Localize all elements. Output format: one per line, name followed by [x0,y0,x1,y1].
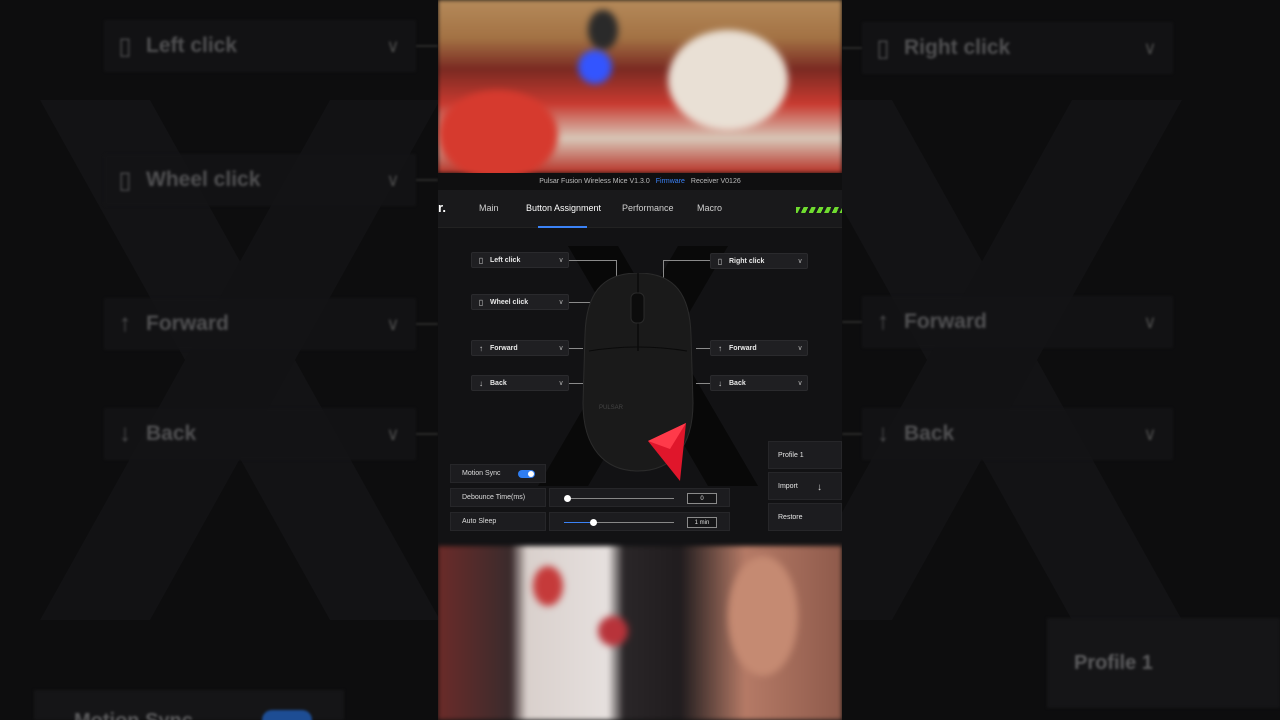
mouse-icon: ▯ [118,32,132,60]
photo-bottom-mousepad [438,546,842,720]
red-arrow-icon [648,423,686,481]
brand-logo: r. [438,200,446,215]
restore-button[interactable]: Restore [768,503,842,531]
arrow-up-icon: ↑ [718,343,722,353]
tab-macro[interactable]: Macro [697,203,722,213]
bg-profile-panel: Profile 1 [1047,618,1280,708]
arrow-down-icon: ↓ [718,378,722,388]
tab-main[interactable]: Main [479,203,499,213]
button-assignment-stage: PULSAR ▯ Left click ∨ ▯ Wheel click ∨ ↑ … [438,228,842,546]
chevron-down-icon: ∨ [1143,37,1157,58]
debounce-slider-thumb[interactable] [563,495,571,502]
profile-selector[interactable]: Profile 1 [768,441,842,469]
chevron-down-icon: ∨ [558,345,564,352]
mouse-icon: ▯ [717,256,723,266]
back-right-dropdown[interactable]: ↓ Back ∨ [710,375,808,391]
background-left-blurred: ▯ Left click ∨ ▯ Wheel click ∨ ↑ Forward… [0,0,438,720]
mouse-icon: ▯ [876,34,890,62]
bg-back-dropdown: ↓ Back ∨ [104,408,416,460]
svg-text:PULSAR: PULSAR [599,405,624,411]
chevron-down-icon: ∨ [1143,423,1157,444]
auto-sleep-label-row: Auto Sleep [450,512,546,531]
chevron-down-icon: ∨ [797,345,803,352]
chevron-down-icon: ∨ [386,35,400,56]
connector-line [663,260,711,261]
debounce-label-row: Debounce Time(ms) [450,488,546,507]
tab-performance[interactable]: Performance [622,203,674,213]
arrow-up-icon: ↑ [877,308,889,335]
arrow-down-icon: ↓ [479,378,483,388]
bg-connector [842,321,862,323]
debounce-slider-track[interactable] [567,498,674,499]
import-button[interactable]: Import ↓ [768,472,842,500]
toggle-icon [262,710,312,720]
bg-connector [842,433,862,435]
arrow-down-icon: ↓ [877,420,889,447]
chevron-down-icon: ∨ [386,423,400,444]
forward-right-dropdown[interactable]: ↑ Forward ∨ [710,340,808,356]
right-click-dropdown[interactable]: ▯ Right click ∨ [710,253,808,269]
mouse-wheel-icon: ▯ [478,297,484,307]
tab-button-assignment[interactable]: Button Assignment [526,203,601,213]
forward-left-dropdown[interactable]: ↑ Forward ∨ [471,340,569,356]
connector-line [696,383,711,384]
download-arrow-icon: ↓ [817,482,822,493]
chevron-down-icon: ∨ [386,313,400,334]
chevron-down-icon: ∨ [386,169,400,190]
bg-forward-dropdown: ↑ Forward ∨ [862,296,1173,348]
bg-motion-sync-row: Motion Sync [34,690,344,720]
bg-forward-dropdown: ↑ Forward ∨ [104,298,416,350]
mouse-wheel-icon: ▯ [118,166,132,194]
auto-sleep-value-input[interactable]: 1 min [687,517,717,528]
arrow-up-icon: ↑ [479,343,483,353]
app-window: Pulsar Fusion Wireless Mice V1.3.0 Firmw… [438,173,842,546]
background-x-logo [40,100,438,620]
debounce-slider-row: 0 [549,488,730,507]
bg-connector [416,179,438,181]
left-click-dropdown[interactable]: ▯ Left click ∨ [471,252,569,268]
arrow-down-icon: ↓ [119,420,131,447]
photo-top-mousepad [438,0,842,180]
wheel-click-dropdown[interactable]: ▯ Wheel click ∨ [471,294,569,310]
bg-connector [842,47,862,49]
motion-sync-row: Motion Sync [450,464,546,483]
chevron-down-icon: ∨ [558,257,564,264]
back-left-dropdown[interactable]: ↓ Back ∨ [471,375,569,391]
bg-wheel-click-dropdown: ▯ Wheel click ∨ [104,154,416,206]
arrow-up-icon: ↑ [119,310,131,337]
chevron-down-icon: ∨ [558,380,564,387]
title-bar: Pulsar Fusion Wireless Mice V1.3.0 Firmw… [438,173,842,190]
bg-left-click-dropdown: ▯ Left click ∨ [104,20,416,72]
debounce-value-input[interactable]: 0 [687,493,717,504]
chevron-down-icon: ∨ [558,299,564,306]
bg-connector [416,45,438,47]
chevron-down-icon: ∨ [1143,311,1157,332]
chevron-down-icon: ∨ [797,258,803,265]
bg-right-click-dropdown: ▯ Right click ∨ [862,22,1173,74]
bg-back-dropdown: ↓ Back ∨ [862,408,1173,460]
nav-bar: r. Main Button Assignment Performance Ma… [438,190,842,228]
background-right-blurred: ▯ Right click ∨ ↑ Forward ∨ ↓ Back ∨ Pro… [842,0,1280,720]
connector-line [569,260,617,261]
auto-sleep-slider-thumb[interactable] [590,519,598,526]
video-center-column: Pulsar Fusion Wireless Mice V1.3.0 Firmw… [438,0,842,720]
battery-indicator-icon [796,207,842,213]
auto-sleep-slider-row: 1 min [549,512,730,531]
chevron-down-icon: ∨ [797,380,803,387]
background-x-logo [842,100,1182,620]
motion-sync-toggle[interactable] [518,470,535,478]
bg-connector [416,433,438,435]
connector-line [696,348,711,349]
mouse-icon: ▯ [478,255,484,265]
bg-connector [416,323,438,325]
